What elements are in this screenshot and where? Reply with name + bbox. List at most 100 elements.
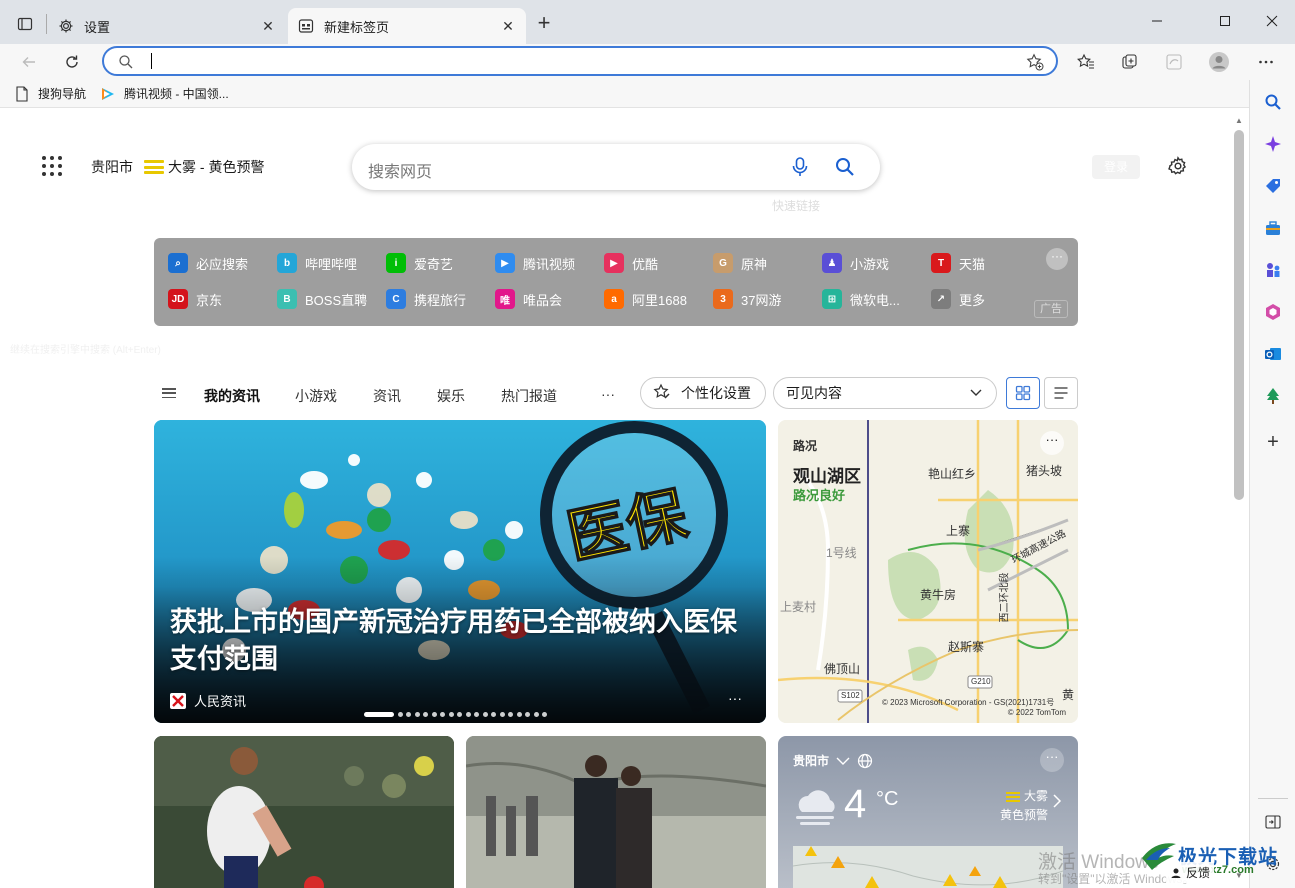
feed-tab-news[interactable]: 资讯 [373,386,401,406]
map-label: 猪头坡 [1026,464,1063,478]
tab-actions-button[interactable] [8,10,42,38]
quick-link[interactable]: ⌕ 必应搜索 [168,252,248,274]
quick-links-more-button[interactable]: ··· [1046,248,1068,270]
quick-link[interactable]: C 携程旅行 [386,288,466,310]
address-bar[interactable] [102,46,1058,76]
weather-city[interactable]: 贵阳市 [793,752,873,769]
web-search-box[interactable]: 搜索网页 [352,144,880,190]
list-icon [1054,387,1068,399]
divider [1258,798,1288,799]
sidebar-outlook-button[interactable] [1261,342,1285,366]
sidebar-office-button[interactable] [1261,300,1285,324]
feed-tab-trending[interactable]: 热门报道 [501,386,557,406]
search-icon[interactable] [834,156,856,181]
quick-link[interactable]: ▶ 腾讯视频 [495,252,575,274]
quicklinks-toggle[interactable]: 快速链接 [772,197,820,214]
visible-content-select[interactable]: 可见内容 [773,377,997,409]
weather-card[interactable]: 贵阳市 ··· 4 °C 大雾 黄色预警 [778,736,1078,888]
bookmark-sogou[interactable]: 搜狗导航 [14,85,86,102]
sidebar-hide-button[interactable] [1261,810,1285,834]
bing-search-icon: ⌕ [168,253,188,273]
news-card-sports[interactable] [154,736,454,888]
search-placeholder: 搜索网页 [368,164,433,181]
feed-tab-my-news[interactable]: 我的资讯 [204,386,260,406]
quick-link-label: 更多 [959,292,986,308]
traffic-more-button[interactable]: ··· [1040,431,1064,455]
fog-icon [144,160,164,174]
tab-settings[interactable]: 设置 ✕ [48,8,286,44]
quick-link[interactable]: ▶ 优酷 [604,252,658,274]
page-scrollbar[interactable]: ▲ ▼ [1232,112,1246,888]
bookmark-tencent-video[interactable]: 腾讯视频 - 中国领... [100,85,229,102]
quick-link[interactable]: T 天猫 [931,252,985,274]
login-button[interactable]: 登录 [1092,155,1140,179]
minimize-button[interactable] [1134,6,1180,36]
location-label[interactable]: 贵阳市 [91,157,133,177]
weather-warning-map[interactable] [792,846,1064,888]
fog-icon [1006,791,1020,802]
settings-more-button[interactable] [1254,50,1278,74]
collections-button[interactable] [1118,50,1142,74]
sidebar-search-button[interactable] [1261,90,1285,114]
map-label: S102 [841,691,860,700]
traffic-place: 观山湖区 [793,467,861,486]
sidebar-tools-button[interactable] [1261,216,1285,240]
sidebar-shopping-button[interactable] [1261,174,1285,198]
hero-news-card[interactable]: 医保 获批上市的国产新冠治疗用药已全部被纳入医保支付范围 人民资讯 ··· [154,420,766,723]
back-button[interactable] [15,48,43,76]
app-launcher-icon[interactable] [42,156,62,176]
quick-link[interactable]: ↗ 更多 [931,288,985,310]
sidebar-discover-button[interactable] [1261,132,1285,156]
grid-layout-button[interactable] [1006,377,1040,409]
quick-link[interactable]: G 原神 [713,252,767,274]
tab-new-tab[interactable]: 新建标签页 ✕ [288,8,526,44]
hero-more-button[interactable]: ··· [728,690,742,706]
feed-tab-more[interactable]: ··· [601,386,615,402]
close-window-button[interactable] [1249,6,1295,36]
news-card-movie[interactable] [466,736,766,888]
weather-warning[interactable]: 大雾 黄色预警 [1000,787,1048,825]
feed-tab-entertainment[interactable]: 娱乐 [437,386,465,406]
extension-button[interactable] [1162,50,1186,74]
microphone-icon[interactable] [790,156,810,181]
temperature-value: 4 [844,782,867,826]
refresh-button[interactable] [58,48,86,76]
quick-link[interactable]: b 哔哩哔哩 [277,252,357,274]
traffic-map-card[interactable]: 路况 观山湖区 路况良好 ··· 艳山红乡 猪头坡 上寨 1号线 环城高速公路 … [778,420,1078,723]
hero-source[interactable]: 人民资讯 [170,691,246,710]
feed-tab-minigames[interactable]: 小游戏 [295,386,337,406]
carousel-indicator[interactable] [364,712,551,717]
quick-link[interactable]: JD 京东 [168,288,222,310]
quick-link[interactable]: i 爱奇艺 [386,252,453,274]
bilibili-icon: b [277,253,297,273]
ali1688-icon: a [604,289,624,309]
favorites-button[interactable] [1074,50,1098,74]
quick-link[interactable]: 3 37网游 [713,288,781,310]
hero-headline[interactable]: 获批上市的国产新冠治疗用药已全部被纳入医保支付范围 [170,604,750,678]
feedback-button[interactable]: 反馈 [1166,862,1215,883]
maximize-button[interactable] [1202,6,1248,36]
new-tab-button[interactable]: + [532,12,556,36]
page-settings-button[interactable] [1166,154,1190,178]
menu-icon[interactable] [162,388,176,398]
quick-link[interactable]: ♟ 小游戏 [822,252,889,274]
quick-link[interactable]: a 阿里1688 [604,288,687,310]
chevron-right-icon[interactable] [1052,794,1062,813]
close-tab-icon[interactable]: ✕ [260,18,276,34]
quick-link[interactable]: B BOSS直聘 [277,288,367,310]
sidebar-add-button[interactable]: + [1261,430,1285,454]
quick-link[interactable]: ⊞ 微软电... [822,288,900,310]
quick-link[interactable]: 唯唯品会 [495,288,562,310]
sidebar-tree-button[interactable] [1261,384,1285,408]
weather-more-button[interactable]: ··· [1040,748,1064,772]
profile-button[interactable] [1207,50,1231,74]
list-layout-button[interactable] [1044,377,1078,409]
add-favorite-icon[interactable] [1026,53,1044,74]
sidebar-games-button[interactable] [1261,258,1285,282]
weather-alert[interactable]: 大雾 - 黄色预警 [144,157,264,177]
personalize-button[interactable]: 个性化设置 [640,377,766,409]
jd-icon: JD [168,289,188,309]
close-tab-icon[interactable]: ✕ [500,18,516,34]
scroll-up-icon[interactable]: ▲ [1235,116,1243,125]
scrollbar-thumb[interactable] [1234,130,1244,500]
